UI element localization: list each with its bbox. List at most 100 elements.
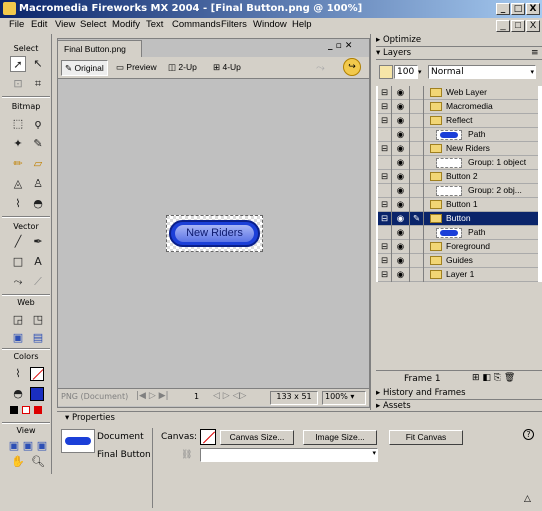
menu-select[interactable]: Select	[80, 19, 106, 30]
minimize-button[interactable]: _	[496, 3, 510, 15]
eye-icon[interactable]: ◉	[392, 128, 410, 142]
layer-row[interactable]: ⊟ ◉ Foreground	[378, 240, 538, 254]
rubber-stamp-tool-icon[interactable]: ♙	[30, 176, 46, 192]
layer-row[interactable]: ⊟ ◉ Button 1	[378, 198, 538, 212]
optimize-panel-header[interactable]: ▸ Optimize	[376, 34, 542, 47]
document-tab[interactable]: Final Button.png	[57, 40, 142, 57]
paint-bucket-tool-icon[interactable]: ◓	[30, 196, 46, 212]
lock-icon[interactable]	[410, 86, 424, 100]
expand-toggle-icon[interactable]: ⊟	[378, 114, 392, 128]
fill-color-swatch[interactable]	[30, 387, 44, 401]
menu-help[interactable]: Help	[292, 19, 312, 30]
hotspot-tool-icon[interactable]: ◲	[10, 312, 26, 328]
doc-restore-button[interactable]: □	[511, 20, 525, 32]
expand-toggle-icon[interactable]: ⊟	[378, 170, 392, 184]
eye-icon[interactable]: ◉	[392, 226, 410, 240]
layers-panel-menu-icon[interactable]: ≡	[531, 48, 539, 58]
knife-tool-icon[interactable]: ⟋	[30, 274, 46, 290]
eye-icon[interactable]: ◉	[392, 86, 410, 100]
line-tool-icon[interactable]: ╱	[10, 234, 26, 250]
lock-icon[interactable]	[410, 198, 424, 212]
fill-color-icon[interactable]: ◓	[10, 386, 26, 402]
lock-icon[interactable]	[410, 184, 424, 198]
zoom-select[interactable]: 100% ▾	[322, 391, 366, 405]
tab-4up[interactable]: ⊞ 4-Up	[210, 60, 244, 76]
frame-controls-2[interactable]: ◁ ▷ ◁▷	[213, 391, 246, 401]
layer-object-row[interactable]: ◉ Group: 1 object	[378, 156, 538, 170]
canvas-link-field[interactable]: ▾	[200, 448, 378, 462]
lock-icon[interactable]	[410, 254, 424, 268]
menu-file[interactable]: File	[9, 19, 24, 30]
zoom-tool-icon[interactable]: 🔍︎	[30, 454, 46, 470]
expand-toggle-icon[interactable]: ⊟	[378, 142, 392, 156]
tab-2up[interactable]: ◫ 2-Up	[165, 60, 200, 76]
eye-icon[interactable]: ◉	[392, 142, 410, 156]
eye-icon[interactable]: ◉	[392, 156, 410, 170]
layer-row[interactable]: ⊟ ◉ ✎ Button	[378, 212, 538, 226]
eye-icon[interactable]: ◉	[392, 254, 410, 268]
opacity-field[interactable]: 100	[394, 65, 418, 79]
image-size-button[interactable]: Image Size...	[303, 430, 377, 445]
eyedropper-tool-icon[interactable]: ⌇	[10, 196, 26, 212]
menu-text[interactable]: Text	[146, 19, 163, 30]
menu-modify[interactable]: Modify	[112, 19, 140, 30]
layer-object-row[interactable]: ◉ Path	[378, 226, 538, 240]
tab-preview[interactable]: ▭ Preview	[113, 60, 160, 76]
expand-toggle-icon[interactable]: ⊟	[378, 268, 392, 282]
frame-controls[interactable]: |◀ ▷ ▶|	[136, 391, 169, 401]
menu-edit[interactable]: Edit	[31, 19, 47, 30]
layer-row[interactable]: ⊟ ◉ New Riders	[378, 142, 538, 156]
stroke-color-swatch[interactable]	[30, 367, 44, 381]
canvas-area[interactable]: New Riders	[58, 79, 369, 388]
eye-icon[interactable]: ◉	[392, 240, 410, 254]
freeform-tool-icon[interactable]: ⤳	[10, 274, 26, 290]
lock-icon[interactable]	[410, 142, 424, 156]
lasso-tool-icon[interactable]: ϙ	[30, 116, 46, 132]
rectangle-tool-icon[interactable]: □	[10, 254, 26, 270]
properties-header[interactable]: ▾ Properties	[65, 413, 115, 423]
hide-slices-icon[interactable]: ▣	[10, 330, 26, 346]
eye-icon[interactable]: ◉	[392, 184, 410, 198]
marquee-tool-icon[interactable]: ⬚	[10, 116, 26, 132]
eye-icon[interactable]: ◉	[392, 170, 410, 184]
pencil-tool-icon[interactable]: ✏	[10, 156, 26, 172]
layer-row[interactable]: ⊟ ◉ Reflect	[378, 114, 538, 128]
lock-icon[interactable]	[410, 240, 424, 254]
fit-canvas-button[interactable]: Fit Canvas	[389, 430, 463, 445]
eye-icon[interactable]: ◉	[392, 100, 410, 114]
expand-toggle-icon[interactable]: ⊟	[378, 100, 392, 114]
doc-minimize-button[interactable]: _	[496, 20, 510, 32]
help-icon[interactable]: ?	[523, 429, 534, 440]
layer-row[interactable]: ⊟ ◉ Guides	[378, 254, 538, 268]
eye-icon[interactable]: ◉	[392, 212, 410, 226]
brush-tool-icon[interactable]: ✎	[30, 136, 46, 152]
hand-tool-icon[interactable]: ✋	[10, 454, 26, 470]
layer-object-row[interactable]: ◉ Group: 2 obj...	[378, 184, 538, 198]
lock-icon[interactable]	[410, 268, 424, 282]
quick-export-icon[interactable]: ↪	[343, 58, 361, 76]
history-panel-header[interactable]: ▸ History and Frames	[376, 387, 542, 400]
expand-toggle-icon[interactable]: ⊟	[378, 212, 392, 226]
layer-row[interactable]: ⊟ ◉ Macromedia	[378, 100, 538, 114]
collapse-properties-icon[interactable]: △	[524, 494, 531, 504]
lock-icon[interactable]	[410, 170, 424, 184]
lock-icon[interactable]	[410, 156, 424, 170]
blur-tool-icon[interactable]: ◬	[10, 176, 26, 192]
layer-object-row[interactable]: ◉ Path	[378, 128, 538, 142]
show-slices-icon[interactable]: ▤	[30, 330, 46, 346]
slice-tool-icon[interactable]: ◳	[30, 312, 46, 328]
subselect-tool-icon[interactable]: ↖	[30, 56, 46, 72]
layer-row[interactable]: ⊟ ◉ Web Layer	[378, 86, 538, 100]
maximize-button[interactable]: □	[511, 3, 525, 15]
tab-original[interactable]: ✎ Original	[61, 60, 108, 76]
close-button[interactable]: X	[526, 3, 540, 15]
full-screen-icon[interactable]: ▣	[34, 438, 50, 454]
menu-view[interactable]: View	[55, 19, 75, 30]
text-tool-icon[interactable]: A	[30, 254, 46, 270]
expand-toggle-icon[interactable]: ⊟	[378, 240, 392, 254]
menu-filters[interactable]: Filters	[221, 19, 247, 30]
new-layer-icon[interactable]: ⊞ ◧ ⎘ 🗑︎	[472, 373, 515, 383]
new-riders-button[interactable]: New Riders	[169, 220, 260, 247]
canvas-color-swatch[interactable]	[200, 429, 216, 445]
opacity-dropdown-icon[interactable]: ▾	[418, 65, 428, 79]
